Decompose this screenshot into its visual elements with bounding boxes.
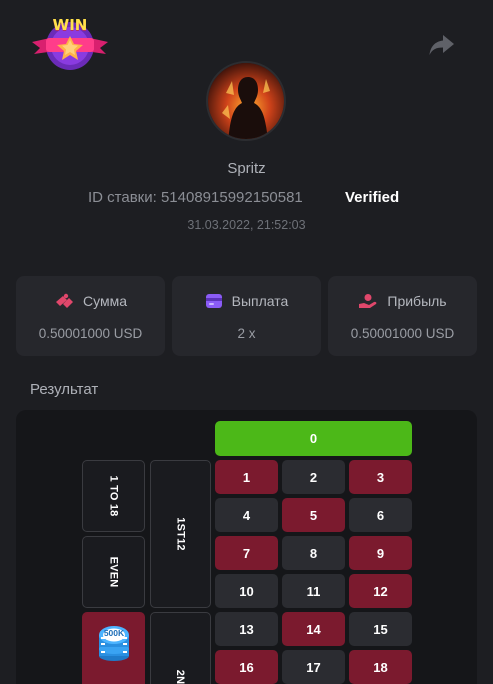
number-cell-0[interactable]: 0 <box>215 421 412 456</box>
wallet-icon <box>205 294 222 308</box>
number-cell[interactable]: 16 <box>215 650 278 684</box>
number-cell[interactable]: 18 <box>349 650 412 684</box>
bet-second-dozen[interactable]: 2N <box>150 612 211 684</box>
chip-label: 500K <box>103 628 125 638</box>
logo-text: WIN <box>52 16 88 34</box>
bet-even[interactable]: EVEN <box>82 536 145 608</box>
avatar-image <box>208 63 284 139</box>
bet-datetime: 31.03.2022, 21:52:03 <box>187 218 306 232</box>
bet-label: 1 TO 18 <box>107 475 120 517</box>
share-icon <box>429 35 454 55</box>
stat-value: 0.50001000 USD <box>38 326 143 341</box>
share-button[interactable] <box>429 34 455 56</box>
bet-first-dozen[interactable]: 1ST12 <box>150 460 211 608</box>
number-cell[interactable]: 3 <box>349 460 412 494</box>
stat-label: Прибыль <box>387 293 447 309</box>
number-cell[interactable]: 2 <box>282 460 345 494</box>
bet-label: 1ST12 <box>174 517 187 551</box>
bet-label: EVEN <box>107 556 120 588</box>
number-cell[interactable]: 12 <box>349 574 412 608</box>
bet-chip: 500K <box>97 622 131 662</box>
number-cell[interactable]: 8 <box>282 536 345 570</box>
coins-icon <box>56 293 73 308</box>
bet-label: 2N <box>174 669 187 684</box>
hand-money-icon <box>359 294 377 308</box>
number-cell[interactable]: 1 <box>215 460 278 494</box>
bet-id: ID ставки: 51408915992150581 <box>88 189 303 206</box>
number-cell[interactable]: 4 <box>215 498 278 532</box>
stat-card-amount: Сумма 0.50001000 USD <box>16 276 165 356</box>
stat-label: Сумма <box>83 293 127 309</box>
username: Spritz <box>227 160 266 177</box>
number-cell[interactable]: 9 <box>349 536 412 570</box>
number-cell[interactable]: 17 <box>282 650 345 684</box>
result-title: Результат <box>30 381 99 398</box>
number-cell[interactable]: 13 <box>215 612 278 646</box>
bet-1-to-18[interactable]: 1 TO 18 <box>82 460 145 532</box>
stat-value: 0.50001000 USD <box>350 326 455 341</box>
number-cell[interactable]: 7 <box>215 536 278 570</box>
stat-card-profit: Прибыль 0.50001000 USD <box>328 276 477 356</box>
stat-value: 2 x <box>237 326 256 341</box>
verified-badge: Verified <box>345 189 400 206</box>
number-cell[interactable]: 5 <box>282 498 345 532</box>
stat-label: Выплата <box>231 293 289 309</box>
win-logo: WIN <box>30 12 110 74</box>
avatar <box>206 61 286 141</box>
number-cell[interactable]: 6 <box>349 498 412 532</box>
number-cell[interactable]: 11 <box>282 574 345 608</box>
number-cell[interactable]: 14 <box>282 612 345 646</box>
number-cell[interactable]: 10 <box>215 574 278 608</box>
stat-card-payout: Выплата 2 x <box>172 276 321 356</box>
number-cell[interactable]: 15 <box>349 612 412 646</box>
